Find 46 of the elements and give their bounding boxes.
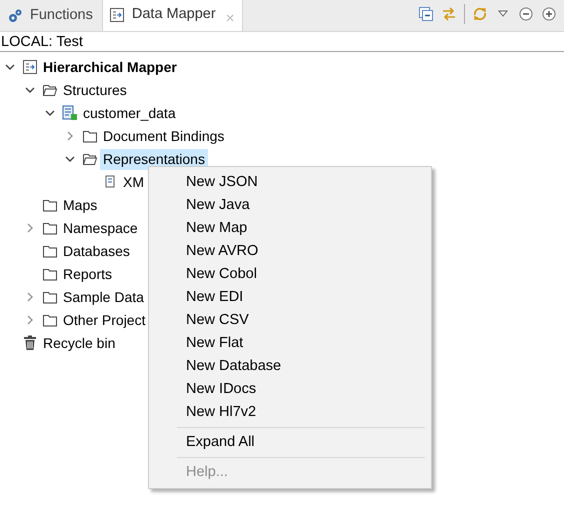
menu-item[interactable]: Expand All bbox=[149, 431, 431, 454]
tree-item[interactable]: Databases bbox=[60, 240, 133, 262]
open-folder-icon bbox=[82, 151, 98, 167]
tree-item[interactable]: Reports bbox=[60, 264, 116, 284]
menu-item[interactable]: New Flat bbox=[149, 332, 431, 355]
menu-item: Help... bbox=[185, 463, 229, 482]
folder-icon bbox=[42, 220, 58, 236]
tab[interactable]: Functions bbox=[0, 0, 102, 31]
tree-item[interactable]: Namespace bbox=[60, 218, 141, 238]
menu-item[interactable]: New JSON bbox=[149, 171, 431, 194]
menu-item[interactable]: New EDI bbox=[149, 286, 431, 309]
tab[interactable]: Data Mapper × bbox=[102, 0, 244, 31]
tree-item[interactable]: customer_data bbox=[80, 102, 179, 124]
maximize-icon[interactable] bbox=[541, 6, 557, 22]
menu-item[interactable]: New AVRO bbox=[149, 240, 431, 263]
folder-icon bbox=[42, 243, 58, 259]
folder-icon bbox=[82, 128, 98, 144]
tree-item[interactable]: Representations bbox=[100, 148, 208, 170]
folder-icon bbox=[42, 289, 58, 305]
structure-icon bbox=[62, 105, 78, 121]
folder-icon bbox=[42, 312, 58, 328]
mapper-icon bbox=[108, 7, 125, 23]
menu-item[interactable]: New Database bbox=[149, 355, 431, 378]
folder-icon bbox=[42, 266, 58, 282]
menu-item[interactable]: New CSV bbox=[149, 309, 431, 332]
folder-icon bbox=[42, 197, 58, 213]
tree-item[interactable]: Hierarchical Mapper bbox=[40, 56, 180, 78]
tree-item[interactable]: Document Bindings bbox=[100, 126, 228, 146]
menu-item[interactable]: New Cobol bbox=[149, 263, 431, 286]
open-folder-icon bbox=[42, 82, 58, 98]
tree-item[interactable]: Recycle bin bbox=[40, 332, 118, 354]
minimize-icon[interactable] bbox=[518, 6, 534, 22]
tree-item[interactable]: XM bbox=[120, 172, 147, 192]
collapse-all-icon[interactable] bbox=[418, 6, 434, 22]
gears-icon bbox=[7, 8, 23, 24]
menu-item[interactable]: New Hl7v2 bbox=[149, 401, 431, 424]
trash-icon bbox=[22, 335, 38, 351]
mapper-icon bbox=[22, 59, 38, 75]
tree-item[interactable]: Sample Data bbox=[60, 286, 147, 308]
menu-item[interactable]: New IDocs bbox=[149, 378, 431, 401]
menu-item[interactable]: New Map bbox=[149, 217, 431, 240]
tree-item[interactable]: Maps bbox=[60, 194, 100, 216]
tree-item[interactable]: Other Project bbox=[60, 310, 148, 330]
tree-item[interactable]: Structures bbox=[60, 80, 130, 100]
menu-item[interactable]: New Java bbox=[149, 194, 431, 217]
context-label: LOCAL: Test bbox=[0, 32, 564, 52]
